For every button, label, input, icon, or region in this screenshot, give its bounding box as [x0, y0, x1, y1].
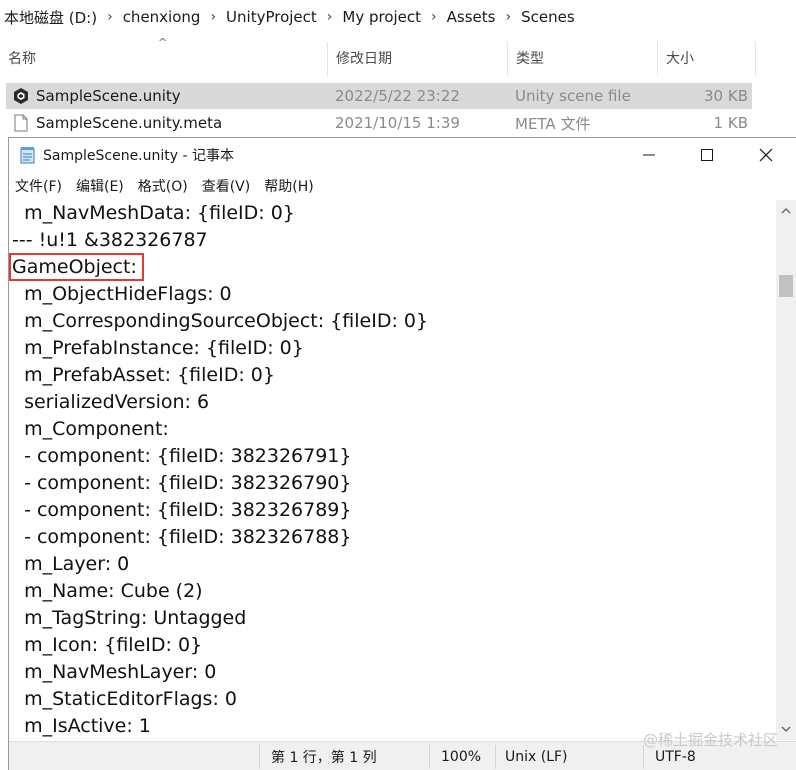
column-header-name[interactable]: 名称	[0, 40, 326, 76]
title-bar[interactable]: SampleScene.unity - 记事本	[9, 138, 796, 172]
text-line: m_NavMeshLayer: 0	[12, 661, 217, 683]
text-line: m_NavMeshData: {fileID: 0}	[12, 202, 295, 224]
window-title: SampleScene.unity - 记事本	[43, 148, 234, 164]
menu-view[interactable]: 查看(V)	[202, 176, 251, 196]
close-icon	[759, 148, 773, 162]
notepad-icon	[19, 146, 37, 164]
scroll-up-button[interactable]	[780, 204, 792, 218]
scrollbar-thumb[interactable]	[779, 275, 793, 297]
file-row[interactable]: SampleScene.unity 2022/5/22 23:22 Unity …	[6, 83, 752, 109]
text-line: - component: {fileID: 382326791}	[12, 445, 352, 467]
file-explorer: 本地磁盘 (D:) › chenxiong › UnityProject › M…	[0, 0, 796, 140]
file-size: 30 KB	[704, 87, 748, 105]
breadcrumb-drive[interactable]: 本地磁盘 (D:)	[4, 7, 97, 28]
breadcrumb-chevron-icon: ›	[210, 9, 217, 25]
close-button[interactable]	[736, 138, 796, 172]
text-line: m_IsActive: 1	[12, 715, 151, 737]
column-header-size[interactable]: 大小	[658, 40, 754, 76]
minimize-icon	[643, 154, 655, 156]
text-line: m_Component:	[12, 418, 169, 440]
menu-file[interactable]: 文件(F)	[15, 176, 62, 196]
text-editor[interactable]: m_NavMeshData: {fileID: 0} --- !u!1 &382…	[9, 200, 774, 740]
text-line: m_CorrespondingSourceObject: {fileID: 0}	[12, 310, 429, 332]
file-modified: 2021/10/15 1:39	[335, 114, 460, 132]
breadcrumb-chevron-icon: ›	[505, 9, 512, 25]
breadcrumb-chevron-icon: ›	[107, 9, 113, 25]
breadcrumb-unityproject[interactable]: UnityProject	[226, 8, 317, 26]
menu-help[interactable]: 帮助(H)	[264, 176, 313, 196]
text-line: m_StaticEditorFlags: 0	[12, 688, 237, 710]
menu-format[interactable]: 格式(O)	[138, 176, 188, 196]
text-line: serializedVersion: 6	[12, 391, 210, 413]
file-row[interactable]: SampleScene.unity.meta 2021/10/15 1:39 M…	[6, 110, 752, 136]
breadcrumb-chenxiong[interactable]: chenxiong	[123, 8, 201, 26]
text-line: - component: {fileID: 382326790}	[12, 472, 352, 494]
file-type: Unity scene file	[515, 87, 631, 105]
text-line: m_PrefabInstance: {fileID: 0}	[12, 337, 304, 359]
file-modified: 2022/5/22 23:22	[335, 87, 460, 105]
highlight-box	[9, 253, 144, 281]
column-header-type[interactable]: 类型	[508, 40, 656, 76]
text-line: m_ObjectHideFlags: 0	[12, 283, 232, 305]
status-divider	[429, 745, 430, 769]
watermark: @稀土掘金技术社区	[642, 731, 778, 749]
text-line: m_Icon: {fileID: 0}	[12, 634, 203, 656]
minimize-button[interactable]	[619, 138, 679, 172]
text-line: - component: {fileID: 382326789}	[12, 499, 352, 521]
file-name: SampleScene.unity	[36, 87, 181, 105]
file-icon	[13, 110, 29, 136]
status-divider	[259, 745, 260, 769]
text-line: m_Name: Cube (2)	[12, 580, 203, 602]
column-header-row: 名称 修改日期 类型 大小	[0, 40, 796, 76]
text-line: m_PrefabAsset: {fileID: 0}	[12, 364, 275, 386]
text-line: m_TagString: Untagged	[12, 607, 247, 629]
status-zoom: 100%	[441, 749, 482, 765]
column-header-modified[interactable]: 修改日期	[328, 40, 506, 76]
breadcrumb-chevron-icon: ›	[431, 9, 437, 25]
column-divider[interactable]	[755, 42, 756, 76]
maximize-button[interactable]	[677, 138, 737, 172]
menu-edit[interactable]: 编辑(E)	[76, 176, 124, 196]
status-line-ending: Unix (LF)	[505, 749, 568, 765]
maximize-icon	[701, 149, 713, 161]
chevron-up-icon	[781, 208, 791, 214]
breadcrumb-chevron-icon: ›	[326, 9, 333, 25]
status-divider	[495, 745, 496, 769]
menu-bar: 文件(F) 编辑(E) 格式(O) 查看(V) 帮助(H)	[9, 174, 796, 198]
breadcrumb-scenes[interactable]: Scenes	[521, 8, 575, 26]
status-cursor-position: 第 1 行，第 1 列	[271, 750, 377, 766]
file-size: 1 KB	[713, 114, 748, 132]
text-line: - component: {fileID: 382326788}	[12, 526, 352, 548]
breadcrumb-my-project[interactable]: My project	[342, 8, 421, 26]
file-name: SampleScene.unity.meta	[36, 114, 223, 132]
file-type: META 文件	[515, 114, 591, 133]
scroll-down-button[interactable]	[780, 722, 792, 736]
unity-icon	[12, 83, 30, 109]
notepad-window: SampleScene.unity - 记事本 文件(F) 编辑(E) 格式(O…	[8, 137, 796, 770]
breadcrumb-assets[interactable]: Assets	[447, 8, 496, 26]
chevron-down-icon	[781, 726, 791, 732]
text-line: --- !u!1 &382326787	[12, 229, 208, 251]
text-line: m_Layer: 0	[12, 553, 130, 575]
breadcrumb: 本地磁盘 (D:) › chenxiong › UnityProject › M…	[0, 0, 796, 34]
vertical-scrollbar[interactable]	[776, 200, 796, 740]
